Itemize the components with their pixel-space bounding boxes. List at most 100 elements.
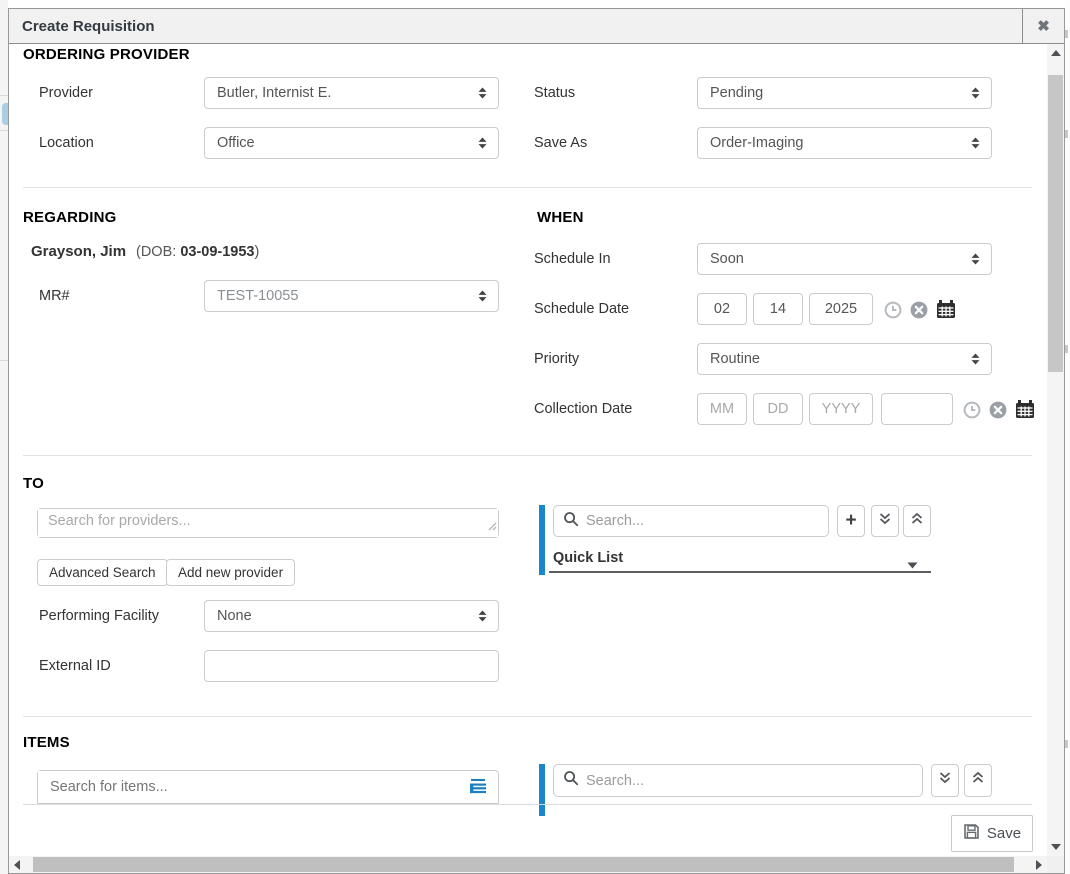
select-arrows-icon [970, 137, 981, 150]
save-as-label: Save As [534, 135, 587, 151]
search-icon [563, 511, 579, 532]
dob-value: 03-09-1953 [180, 244, 254, 260]
plus-icon: + [845, 511, 856, 530]
double-chevron-down-icon [938, 771, 952, 790]
background-text-fragment [1065, 130, 1068, 138]
quick-list-underline [549, 571, 931, 573]
calendar-icon[interactable] [1015, 400, 1035, 424]
status-select-value: Pending [710, 85, 763, 101]
background-right-strip [1065, 0, 1070, 874]
scroll-up-arrow-icon[interactable] [1051, 50, 1061, 56]
items-heading: ITEMS [23, 734, 70, 751]
clock-icon[interactable] [963, 401, 981, 424]
to-heading: TO [23, 475, 44, 492]
background-divider [0, 95, 8, 96]
save-icon [963, 823, 980, 844]
horizontal-scrollbar-thumb[interactable] [33, 857, 1014, 872]
add-new-provider-button[interactable]: Add new provider [166, 559, 295, 586]
select-arrows-icon [477, 290, 488, 303]
select-arrows-icon [970, 253, 981, 266]
external-id-input[interactable] [204, 650, 499, 682]
collection-date-month-input[interactable] [697, 393, 747, 425]
double-chevron-down-icon [878, 512, 892, 531]
close-button[interactable]: ✖ [1022, 9, 1064, 44]
items-panel-search-box [553, 764, 923, 797]
mr-select[interactable]: TEST-10055 [204, 280, 499, 312]
save-as-select-value: Order-Imaging [710, 135, 803, 151]
items-collapse-all-button[interactable] [964, 764, 992, 797]
items-panel-accent-bar [539, 764, 545, 816]
clear-date-icon[interactable] [989, 401, 1007, 424]
patient-dob: (DOB: 03-09-1953) [136, 244, 259, 260]
scroll-down-arrow-icon[interactable] [1051, 844, 1061, 850]
when-heading: WHEN [537, 209, 584, 226]
dob-suffix: ) [254, 244, 259, 260]
collection-date-day-input[interactable] [753, 393, 803, 425]
schedule-in-select[interactable]: Soon [697, 243, 992, 275]
select-arrows-icon [970, 353, 981, 366]
dob-prefix: (DOB: [136, 244, 180, 260]
location-select-value: Office [217, 135, 255, 151]
add-to-quick-list-button[interactable]: + [837, 505, 865, 537]
performing-facility-select[interactable]: None [204, 600, 499, 632]
clear-date-icon[interactable] [910, 301, 928, 324]
clock-icon[interactable] [884, 301, 902, 324]
background-left-strip [0, 0, 8, 874]
horizontal-scrollbar[interactable] [9, 856, 1047, 873]
expand-all-button[interactable] [871, 505, 899, 537]
provider-search-input[interactable] [38, 509, 498, 537]
schedule-date-day-input[interactable] [753, 293, 803, 325]
status-select[interactable]: Pending [697, 77, 992, 109]
items-panel-search-input[interactable] [586, 773, 913, 789]
close-icon: ✖ [1037, 17, 1050, 35]
location-label: Location [39, 135, 94, 151]
collection-time-input[interactable] [881, 393, 953, 425]
select-arrows-icon [477, 610, 488, 623]
regarding-heading: REGARDING [23, 209, 116, 226]
priority-select-value: Routine [710, 351, 760, 367]
background-text-fragment [1065, 30, 1068, 38]
ordering-provider-heading: ORDERING PROVIDER [23, 46, 190, 63]
to-panel-search-box [553, 505, 829, 537]
dialog-header: Create Requisition ✖ [9, 9, 1064, 44]
quick-list-header[interactable]: Quick List [553, 550, 623, 566]
status-label: Status [534, 85, 575, 101]
provider-search-field-wrap [37, 508, 499, 538]
mr-select-value: TEST-10055 [217, 288, 298, 304]
scroll-right-arrow-icon[interactable] [1036, 860, 1042, 870]
vertical-scrollbar[interactable] [1047, 44, 1064, 856]
collapse-all-button[interactable] [903, 505, 931, 537]
schedule-date-label: Schedule Date [534, 301, 629, 317]
scroll-left-arrow-icon[interactable] [14, 860, 20, 870]
items-expand-all-button[interactable] [931, 764, 959, 797]
performing-facility-select-value: None [217, 608, 252, 624]
priority-select[interactable]: Routine [697, 343, 992, 375]
items-search-input[interactable] [38, 771, 458, 803]
vertical-scrollbar-thumb[interactable] [1048, 75, 1063, 372]
background-text-fragment [1065, 740, 1068, 748]
item-list-icon[interactable] [468, 778, 488, 801]
collection-date-year-input[interactable] [809, 393, 873, 425]
save-button[interactable]: Save [951, 815, 1033, 852]
to-panel-search-input[interactable] [586, 513, 819, 529]
location-select[interactable]: Office [204, 127, 499, 159]
double-chevron-up-icon [910, 512, 924, 531]
create-requisition-dialog: Create Requisition ✖ ORDERING PROVIDER P… [8, 8, 1065, 874]
section-divider [23, 455, 1032, 456]
external-id-label: External ID [39, 658, 111, 674]
priority-label: Priority [534, 351, 579, 367]
to-panel-accent-bar [539, 505, 545, 575]
background-text-fragment [1065, 345, 1068, 353]
save-as-select[interactable]: Order-Imaging [697, 127, 992, 159]
collection-date-label: Collection Date [534, 401, 632, 417]
double-chevron-up-icon [971, 771, 985, 790]
schedule-date-month-input[interactable] [697, 293, 747, 325]
dialog-body: ORDERING PROVIDER Provider Butler, Inter… [9, 44, 1064, 873]
dialog-title: Create Requisition [9, 18, 155, 35]
advanced-search-button[interactable]: Advanced Search [37, 559, 168, 586]
section-divider [23, 716, 1032, 717]
resize-grip-icon[interactable] [487, 518, 497, 536]
calendar-icon[interactable] [936, 300, 956, 324]
schedule-date-year-input[interactable] [809, 293, 873, 325]
provider-select[interactable]: Butler, Internist E. [204, 77, 499, 109]
